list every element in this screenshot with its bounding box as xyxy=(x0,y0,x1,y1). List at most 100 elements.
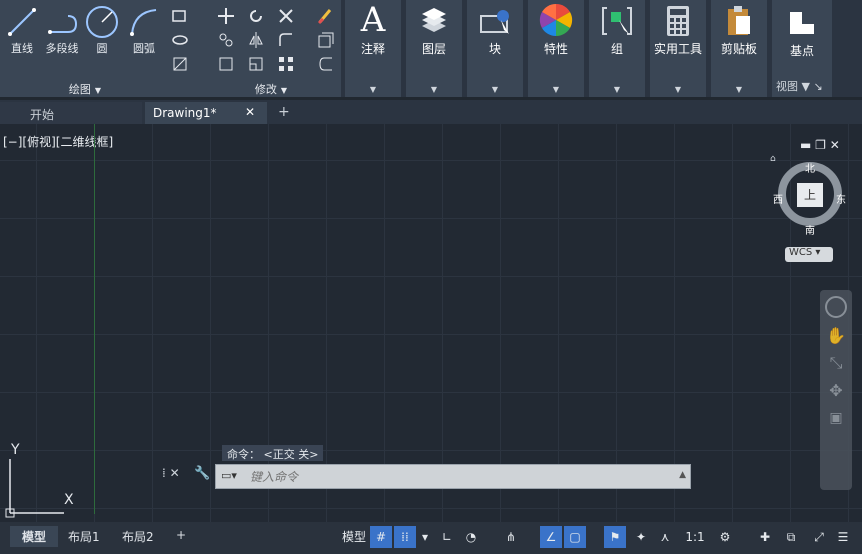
auto-scale-icon[interactable]: ✦ xyxy=(630,526,652,548)
plus-icon[interactable]: ✚ xyxy=(754,526,776,548)
command-history-icon[interactable]: ▭▾ xyxy=(221,469,237,482)
calculator-icon xyxy=(667,6,689,36)
viewport-controls[interactable]: [−][俯视][二维线框] xyxy=(3,133,113,150)
home-icon[interactable]: ⌂ xyxy=(770,154,776,164)
viewport-window-controls[interactable]: ▬ ❐ ✕ xyxy=(800,138,840,152)
command-input[interactable] xyxy=(250,467,670,486)
compass-north[interactable]: 北 xyxy=(805,160,815,175)
grid-icon[interactable]: # xyxy=(370,526,392,548)
array-icon[interactable] xyxy=(276,54,296,74)
model-space-button[interactable]: 模型 xyxy=(340,526,368,548)
tab-drawing1-label: Drawing1* xyxy=(153,106,217,120)
group-label: 组 xyxy=(610,42,623,56)
compass-south[interactable]: 南 xyxy=(805,222,815,237)
drawing-canvas[interactable]: [−][俯视][二维线框] ▬ ❐ ✕ ⌂ 上 北 南 东 西 WCS ▾ ✋ … xyxy=(0,124,862,522)
compass-west[interactable]: 西 xyxy=(773,191,783,206)
group-button[interactable]: 组 ▼ xyxy=(589,0,645,97)
chevron-down-icon: ▼ xyxy=(613,85,621,94)
block-button[interactable]: 块 ▼ xyxy=(467,0,523,97)
rotate-icon[interactable] xyxy=(246,6,266,26)
chevron-down-icon: ▼ xyxy=(430,85,438,94)
polar-icon[interactable]: ◔ xyxy=(460,526,482,548)
circle-icon xyxy=(86,6,118,38)
scale-menu[interactable]: 1:1 xyxy=(680,526,710,548)
arc-tool[interactable]: 圆弧 xyxy=(126,4,162,60)
orbit-icon[interactable]: ✥ xyxy=(820,381,852,400)
layers-button[interactable]: 图层 ▼ xyxy=(406,0,462,97)
gear-icon[interactable]: ⚙ xyxy=(714,526,736,548)
view-panel-label[interactable]: 视图 ▼ ↘ xyxy=(772,78,832,94)
hatch-tool[interactable] xyxy=(170,54,190,74)
annotation-visibility-icon[interactable]: ⚑ xyxy=(604,526,626,548)
clipboard-icon xyxy=(728,6,750,35)
annotation-button[interactable]: A 注释 ▼ xyxy=(345,0,401,97)
object-snap-icon[interactable]: ▢ xyxy=(564,526,586,548)
line-label: 直线 xyxy=(11,42,33,55)
status-bar: 模型 布局1 布局2 + 模型 # ⁞⁞ ▾ ∟ ◔ ⋔ ∠ ▢ ⚑ ✦ ⋏ 1… xyxy=(0,522,862,554)
polyline-tool[interactable]: 多段线 xyxy=(42,4,82,60)
tab-layout2[interactable]: 布局2 xyxy=(122,526,154,547)
compass-east[interactable]: 东 xyxy=(836,191,846,206)
command-line-grip[interactable]: ⁞ ✕ xyxy=(162,466,180,480)
tab-start[interactable]: 开始 xyxy=(0,102,142,124)
line-tool[interactable]: 直线 xyxy=(4,4,40,60)
y-axis-line xyxy=(94,124,95,514)
rectangle-tool[interactable] xyxy=(170,6,190,26)
navigation-bar: ✋ ⤡ ✥ ▣ xyxy=(820,290,852,490)
chevron-up-icon[interactable]: ▲ xyxy=(679,470,686,480)
command-line[interactable]: ▭▾ ▲ xyxy=(215,464,691,489)
draw-panel-label[interactable]: 绘图 ▼ xyxy=(0,81,170,96)
draw-modify-panel: 直线 多段线 圆 圆弧 绘图 ▼ 修改 ▼ xyxy=(0,0,341,97)
ucs-x-label: X xyxy=(64,492,74,508)
properties-button[interactable]: 特性 ▼ xyxy=(528,0,584,97)
clipboard-button[interactable]: 剪贴板 ▼ xyxy=(711,0,767,97)
layers-icon xyxy=(422,8,446,32)
add-layout-button[interactable]: + xyxy=(176,526,186,544)
pan-icon[interactable]: ✋ xyxy=(820,326,852,345)
utilities-button[interactable]: 实用工具 ▼ xyxy=(650,0,706,97)
ribbon: 直线 多段线 圆 圆弧 绘图 ▼ 修改 ▼ A 注释 ▼ 图层 ▼ 块 ▼ 特性… xyxy=(0,0,862,97)
fullscreen-icon[interactable]: ⤢ xyxy=(808,526,830,548)
tab-drawing1[interactable]: Drawing1* ✕ xyxy=(145,102,267,124)
tab-model[interactable]: 模型 xyxy=(10,526,59,547)
steering-wheel-icon[interactable] xyxy=(825,296,847,318)
zoom-icon[interactable]: ⤡ xyxy=(820,353,852,373)
block-label: 块 xyxy=(488,42,501,56)
trim-icon[interactable] xyxy=(276,6,296,26)
wrench-icon[interactable]: 🔧 xyxy=(194,466,210,481)
block-icon xyxy=(480,10,509,34)
modify-panel-label[interactable]: 修改 ▼ xyxy=(216,81,326,96)
wcs-menu[interactable]: WCS ▾ xyxy=(785,247,833,262)
chevron-down-icon: ▼ xyxy=(735,85,743,94)
circle-label: 圆 xyxy=(96,42,108,55)
snap-icon[interactable]: ⁞⁞ xyxy=(394,526,416,548)
chevron-down-icon[interactable]: ▾ xyxy=(418,526,432,548)
mirror-icon[interactable] xyxy=(246,30,266,50)
base-point-button[interactable]: 基点 视图 ▼ ↘ xyxy=(772,0,832,97)
viewcube-face[interactable]: 上 xyxy=(797,183,823,207)
tab-layout1[interactable]: 布局1 xyxy=(68,526,100,547)
color-wheel-icon xyxy=(539,3,573,37)
move-icon[interactable] xyxy=(216,6,236,26)
new-tab-button[interactable]: + xyxy=(278,104,290,120)
annotation-label: 注释 xyxy=(360,42,385,56)
copy-icon[interactable] xyxy=(216,30,236,50)
erase-icon[interactable] xyxy=(316,6,336,26)
ortho-icon[interactable]: ∟ xyxy=(436,526,458,548)
isolate-objects-icon[interactable]: ⧉ xyxy=(780,526,802,548)
close-icon[interactable]: ✕ xyxy=(245,105,255,119)
arc-label: 圆弧 xyxy=(133,42,155,55)
object-snap-tracking-icon[interactable]: ∠ xyxy=(540,526,562,548)
isodraft-icon[interactable]: ⋔ xyxy=(500,526,522,548)
group-icon xyxy=(602,7,632,35)
ellipse-tool[interactable] xyxy=(170,30,190,50)
stretch-icon[interactable] xyxy=(216,54,236,74)
annotation-scale-icon[interactable]: ⋏ xyxy=(654,526,676,548)
showmotion-icon[interactable]: ▣ xyxy=(820,410,852,426)
customize-menu-icon[interactable]: ☰ xyxy=(832,526,854,548)
circle-tool[interactable]: 圆 xyxy=(84,4,120,60)
scale-icon[interactable] xyxy=(246,54,266,74)
fillet-icon[interactable] xyxy=(276,30,296,50)
explode-icon[interactable] xyxy=(316,30,336,50)
offset-icon[interactable] xyxy=(316,54,336,74)
